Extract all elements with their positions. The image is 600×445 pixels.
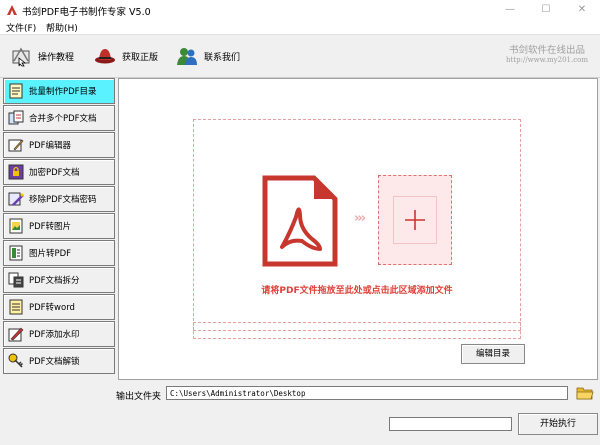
tutorial-icon xyxy=(12,47,30,67)
get-license-label: 获取正版 xyxy=(122,52,159,63)
add-file-box[interactable] xyxy=(378,175,452,265)
sidebar-item-label: PDF编辑器 xyxy=(29,141,72,151)
start-button[interactable]: 开始执行 xyxy=(518,413,598,435)
sidebar-item-label: 移除PDF文档密码 xyxy=(29,195,97,205)
split-icon xyxy=(8,272,24,288)
sidebar-item-label: PDF转word xyxy=(29,303,75,313)
tutorial-button[interactable]: 操作教程 xyxy=(10,43,74,69)
lock-icon xyxy=(8,164,24,180)
close-button[interactable]: ✕ xyxy=(564,0,600,20)
watermark-icon xyxy=(8,327,24,342)
sidebar-item-batch-toc[interactable]: 批量制作PDF目录 xyxy=(3,78,115,104)
sidebar-item-remove-password[interactable]: 移除PDF文档密码 xyxy=(3,186,115,212)
plus-icon xyxy=(405,210,425,230)
sidebar-item-editor[interactable]: PDF编辑器 xyxy=(3,132,115,158)
unlock-icon xyxy=(8,192,24,206)
menu-file[interactable]: 文件(F) xyxy=(6,21,36,34)
output-path-field[interactable]: C:\Users\Administrator\Desktop xyxy=(166,386,568,400)
sidebar-item-label: 加密PDF文档 xyxy=(29,168,80,178)
sidebar-item-label: 批量制作PDF目录 xyxy=(29,87,97,97)
edit-icon xyxy=(8,139,24,152)
image-icon xyxy=(9,218,23,234)
minimize-button[interactable]: — xyxy=(492,0,528,20)
title-bar: 书剑PDF电子书制作专家 V5.0 — ☐ ✕ xyxy=(0,0,600,20)
sidebar-item-unlock[interactable]: PDF文档解锁 xyxy=(3,348,115,374)
sidebar-item-label: PDF文档拆分 xyxy=(29,276,80,286)
sidebar-item-watermark[interactable]: PDF添加水印 xyxy=(3,321,115,347)
brand-name: 书剑软件在线出品 xyxy=(508,45,585,56)
sidebar-item-label: PDF添加水印 xyxy=(29,330,80,340)
drop-hint: 请将PDF文件拖放至此处或点击此区域添加文件 xyxy=(261,286,453,296)
document-list-icon xyxy=(9,83,23,99)
note-icon xyxy=(9,299,23,315)
arrows-icon: ››› xyxy=(354,211,366,226)
main-panel: ››› 请将PDF文件拖放至此处或点击此区域添加文件 编辑目录 xyxy=(118,78,598,380)
hat-icon xyxy=(95,49,115,64)
sidebar-item-label: 图片转PDF xyxy=(29,249,72,259)
sidebar-item-label: 合并多个PDF文档 xyxy=(29,114,97,124)
sidebar-item-split[interactable]: PDF文档拆分 xyxy=(3,267,115,293)
menu-bar: 文件(F) 帮助(H) xyxy=(0,20,600,34)
edit-toc-button[interactable]: 编辑目录 xyxy=(461,344,525,364)
users-icon xyxy=(177,48,197,65)
window-title: 书剑PDF电子书制作专家 V5.0 xyxy=(22,7,151,18)
sidebar-item-merge[interactable]: 合并多个PDF文档 xyxy=(3,105,115,131)
merge-documents-icon xyxy=(8,110,24,125)
maximize-button[interactable]: ☐ xyxy=(528,0,564,20)
toc-list-box[interactable] xyxy=(193,322,521,339)
sidebar-item-pdf-to-image[interactable]: PDF转图片 xyxy=(3,213,115,239)
contact-button[interactable]: 联系我们 xyxy=(176,43,240,69)
output-folder-label: 输出文件夹 xyxy=(116,392,162,402)
drop-zone[interactable]: ››› 请将PDF文件拖放至此处或点击此区域添加文件 xyxy=(193,119,521,331)
sidebar-item-label: PDF文档解锁 xyxy=(29,357,80,367)
sidebar-item-encrypt[interactable]: 加密PDF文档 xyxy=(3,159,115,185)
app-logo-icon xyxy=(7,5,17,15)
tutorial-label: 操作教程 xyxy=(38,52,75,63)
folder-icon[interactable] xyxy=(576,385,594,401)
brand-block: 书剑软件在线出品 http://www.my201.com xyxy=(506,42,588,64)
sidebar-item-image-to-pdf[interactable]: 图片转PDF xyxy=(3,240,115,266)
menu-help[interactable]: 帮助(H) xyxy=(46,21,78,34)
get-license-button[interactable]: 获取正版 xyxy=(94,43,158,69)
progress-bar xyxy=(389,417,512,431)
pdf-file-icon xyxy=(262,175,338,267)
sidebar-item-label: PDF转图片 xyxy=(29,222,72,232)
key-icon xyxy=(8,353,24,368)
sidebar-item-pdf-to-word[interactable]: PDF转word xyxy=(3,294,115,320)
brand-url: http://www.my201.com xyxy=(505,56,588,64)
contact-label: 联系我们 xyxy=(204,52,241,63)
document-icon xyxy=(9,245,23,261)
toolbar: 操作教程 获取正版 联系我们 书剑软件在线出品 http://www.my201… xyxy=(0,34,600,78)
